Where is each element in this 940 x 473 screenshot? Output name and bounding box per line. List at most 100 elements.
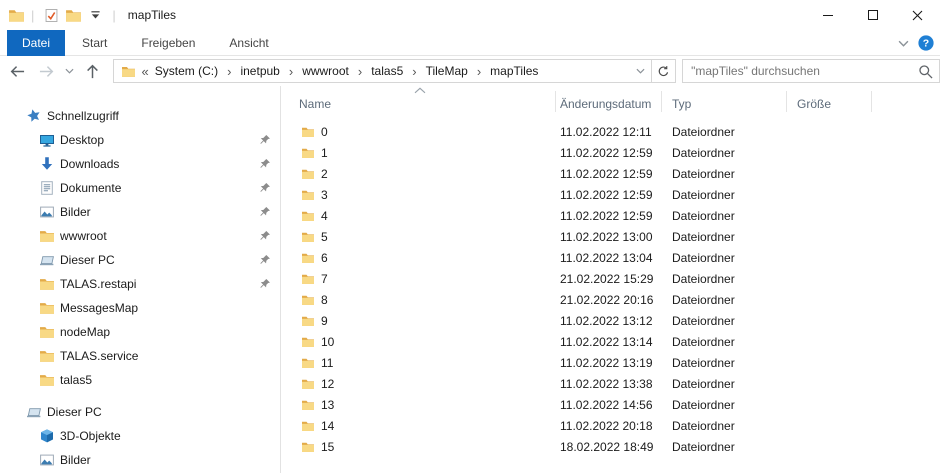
file-name-cell: 12 [281,373,556,394]
file-row[interactable]: 1518.02.2022 18:49Dateiordner [281,436,940,457]
file-type: Dateiordner [662,331,787,352]
folder-icon [39,372,55,388]
nav-back-button[interactable] [3,57,33,85]
customize-toolbar-icon [90,10,101,20]
tab-ansicht[interactable]: Ansicht [212,30,285,56]
file-name-cell: 2 [281,163,556,184]
maximize-button[interactable] [850,0,895,30]
sidebar-item-downloads[interactable]: Downloads [0,152,280,176]
column-header-aenderungsdatum[interactable]: Änderungsdatum [556,86,662,114]
file-name: 1 [321,146,328,160]
refresh-button[interactable] [652,59,676,83]
file-row[interactable]: 721.02.2022 15:29Dateiordner [281,268,940,289]
tab-freigeben[interactable]: Freigeben [124,30,212,56]
row-filler [872,289,940,310]
qat-new-folder-button[interactable] [62,3,84,27]
breadcrumb-item-tilemap[interactable]: TileMap [422,64,472,78]
sidebar-item-talas-restapi[interactable]: TALAS.restapi [0,272,280,296]
close-button[interactable] [895,0,940,30]
sidebar-item-3d-objekte[interactable]: 3D-Objekte [0,424,280,448]
breadcrumb-item-wwwroot[interactable]: wwwroot [298,64,353,78]
sidebar-item-label: nodeMap [60,325,110,339]
sidebar-section-dieser-pc[interactable]: Dieser PC [0,400,280,424]
file-row[interactable]: 911.02.2022 13:12Dateiordner [281,310,940,331]
pictures-icon [39,204,55,220]
file-modified: 11.02.2022 20:18 [556,415,662,436]
ribbon-collapse-icon[interactable] [898,40,909,47]
file-row[interactable]: 1211.02.2022 13:38Dateiordner [281,373,940,394]
file-row[interactable]: 1011.02.2022 13:14Dateiordner [281,331,940,352]
file-modified: 11.02.2022 12:59 [556,142,662,163]
sidebar-item-label: Bilder [60,205,91,219]
minimize-button[interactable] [805,0,850,30]
sidebar-item-desktop[interactable]: Desktop [0,128,280,152]
sidebar-item-dieser-pc[interactable]: Dieser PC [0,248,280,272]
nav-history-dropdown[interactable] [61,57,79,85]
row-filler [872,373,940,394]
file-row[interactable]: 411.02.2022 12:59Dateiordner [281,205,940,226]
file-modified: 11.02.2022 13:19 [556,352,662,373]
help-icon[interactable]: ? [918,35,934,51]
breadcrumb-item-talas5[interactable]: talas5 [367,64,407,78]
file-modified: 11.02.2022 12:11 [556,121,662,142]
qat-customize-button[interactable] [84,3,106,27]
file-size [787,331,872,352]
file-size [787,142,872,163]
tab-start[interactable]: Start [65,30,124,56]
file-row[interactable]: 1411.02.2022 20:18Dateiordner [281,415,940,436]
address-dropdown-button[interactable] [629,60,651,82]
file-row[interactable]: 011.02.2022 12:11Dateiordner [281,121,940,142]
search-input[interactable] [683,60,939,82]
sidebar-item-label: Dieser PC [60,253,115,267]
file-size [787,373,872,394]
column-header-typ[interactable]: Typ [662,86,787,114]
file-size [787,268,872,289]
nav-up-button[interactable] [79,57,107,85]
file-row[interactable]: 611.02.2022 13:04Dateiordner [281,247,940,268]
sidebar-section-schnellzugriff[interactable]: Schnellzugriff [0,104,280,128]
file-name-cell: 8 [281,289,556,310]
breadcrumb-item-maptiles[interactable]: mapTiles [486,64,542,78]
file-row[interactable]: 821.02.2022 20:16Dateiordner [281,289,940,310]
sidebar-item-bilder[interactable]: Bilder [0,448,280,472]
file-name: 12 [321,377,334,391]
breadcrumb-item-system-c[interactable]: System (C:) [151,64,222,78]
file-row[interactable]: 211.02.2022 12:59Dateiordner [281,163,940,184]
column-header-groesse[interactable]: Größe [787,86,872,114]
file-row[interactable]: 111.02.2022 12:59Dateiordner [281,142,940,163]
tab-datei[interactable]: Datei [7,30,65,56]
sidebar-item-talas5[interactable]: talas5 [0,368,280,392]
sidebar-item-dokumente[interactable]: Dokumente [0,176,280,200]
address-bar[interactable]: « System (C:)›inetpub›wwwroot›talas5›Til… [113,59,653,83]
nav-forward-button[interactable] [33,57,61,85]
file-row[interactable]: 511.02.2022 13:00Dateiordner [281,226,940,247]
file-row[interactable]: 1311.02.2022 14:56Dateiordner [281,394,940,415]
explorer-app-icon [8,8,25,23]
address-folder-icon [121,65,136,78]
file-name-cell: 13 [281,394,556,415]
sidebar-item-messagesmap[interactable]: MessagesMap [0,296,280,320]
maximize-icon [868,10,878,20]
desktop-icon [39,132,55,148]
qat-properties-button[interactable] [40,3,62,27]
sidebar-item-talas-service[interactable]: TALAS.service [0,344,280,368]
sidebar-item-bilder[interactable]: Bilder [0,200,280,224]
breadcrumb-overflow[interactable]: « [142,64,151,79]
sidebar-item-wwwroot[interactable]: wwwroot [0,224,280,248]
breadcrumb-item-inetpub[interactable]: inetpub [236,64,283,78]
downloads-icon [39,156,55,172]
file-row[interactable]: 1111.02.2022 13:19Dateiordner [281,352,940,373]
file-type: Dateiordner [662,352,787,373]
file-explorer-window: | | mapTiles Datei Start Freigeben Ansic… [0,0,940,473]
folder-icon [301,252,315,264]
file-size [787,415,872,436]
breadcrumb-separator-icon: › [222,64,236,79]
folder-icon [301,399,315,411]
file-modified: 11.02.2022 12:59 [556,205,662,226]
file-row[interactable]: 311.02.2022 12:59Dateiordner [281,184,940,205]
sidebar-item-nodemap[interactable]: nodeMap [0,320,280,344]
pin-icon [259,230,271,242]
file-modified: 11.02.2022 13:00 [556,226,662,247]
row-filler [872,142,940,163]
file-size [787,163,872,184]
